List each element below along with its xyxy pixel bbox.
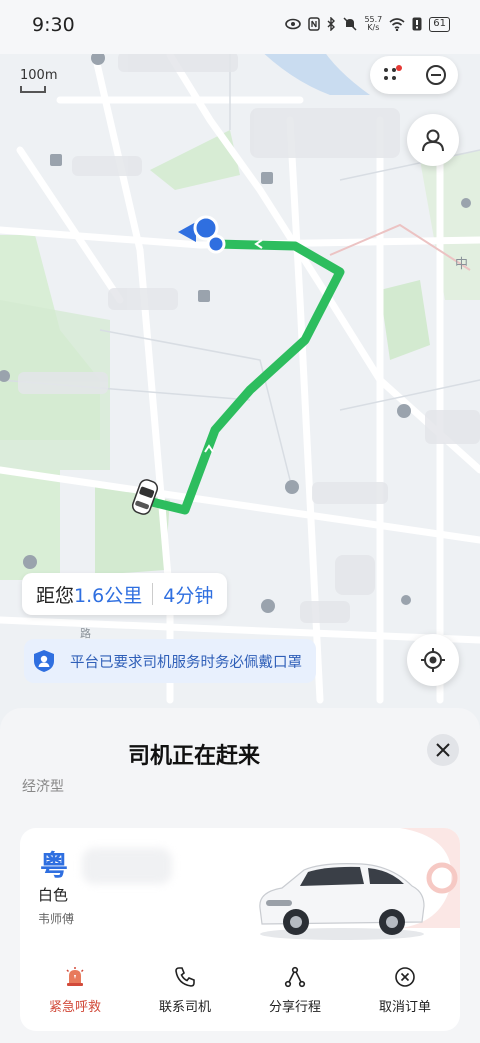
share-trip-label: 分享行程 [268,1000,321,1015]
car-color: 白色 [38,886,69,904]
eta-divider [152,583,154,605]
driver-name: 韦师傅 [38,912,75,926]
dots-grid-icon [383,65,402,80]
mask-notice-banner[interactable]: 平台已要求司机服务时务必佩戴口罩 [24,639,316,683]
cancel-icon [395,967,415,987]
minus-circle-icon [425,65,446,85]
wifi-icon [389,17,405,31]
scale-bar [20,86,46,93]
contact-driver-label: 联系司机 [158,1000,211,1015]
driver-card: 粤 白色 韦师傅 紧急呼救 联系司机 分享行程 取消订单 [20,828,460,1031]
phone-icon [175,967,195,987]
net-speed: 55.7 K/s [364,15,383,32]
status-bar: 9:30 55.7 K/s 61 [0,0,480,54]
action-bar: 紧急呼救 联系司机 分享行程 取消订单 [20,966,460,1026]
car-type-label: 经济型 [22,779,64,795]
eta-distance: 1.6公里 [74,584,143,607]
notice-text: 平台已要求司机服务时务必佩戴口罩 [70,654,302,671]
sheet-title: 司机正在赶来 [128,744,261,769]
user-icon [422,129,444,152]
eta-prefix: 距您 [36,584,75,607]
eta-banner: 距您 1.6公里 4分钟 [22,573,228,615]
share-trip-button[interactable]: 分享行程 [245,966,345,1026]
more-dots-button[interactable] [382,65,402,85]
status-icons: 55.7 K/s 61 [285,16,450,32]
crosshair-icon [421,648,445,672]
car-image [259,863,425,940]
battery-indicator: 61 [429,16,450,32]
contact-driver-button[interactable]: 联系司机 [135,966,235,1026]
license-plate-masked [82,848,172,884]
profile-button[interactable] [407,114,459,166]
shield-user-icon [34,650,54,672]
mute-bell-icon [343,17,357,31]
map-scale: 100m [20,68,57,93]
license-plate-prefix: 粤 [40,849,69,882]
close-icon [436,743,450,757]
cancel-order-button[interactable]: 取消订单 [355,966,455,1026]
emergency-call-button[interactable]: 紧急呼救 [25,966,125,1026]
close-sheet-button[interactable] [427,734,459,766]
minimize-button[interactable] [425,64,447,86]
cancel-order-label: 取消订单 [378,1000,431,1015]
road-label: 中 [455,257,468,272]
map-control-pill [370,56,458,94]
bluetooth-icon [327,17,336,31]
status-time: 9:30 [32,14,75,36]
locate-me-button[interactable] [407,634,459,686]
emergency-call-label: 紧急呼救 [48,1000,101,1015]
scale-label: 100m [20,68,58,83]
nfc-icon [308,17,321,31]
eye-icon [285,18,302,30]
trip-bottom-sheet: 司机正在赶来 经济型 粤 白色 韦师傅 紧急呼救 联系司机 分享行程 取消订单 [0,708,480,1043]
eta-time: 4分钟 [163,584,214,607]
share-icon [284,966,306,988]
siren-icon [66,967,84,986]
sim-alert-icon [412,17,422,31]
